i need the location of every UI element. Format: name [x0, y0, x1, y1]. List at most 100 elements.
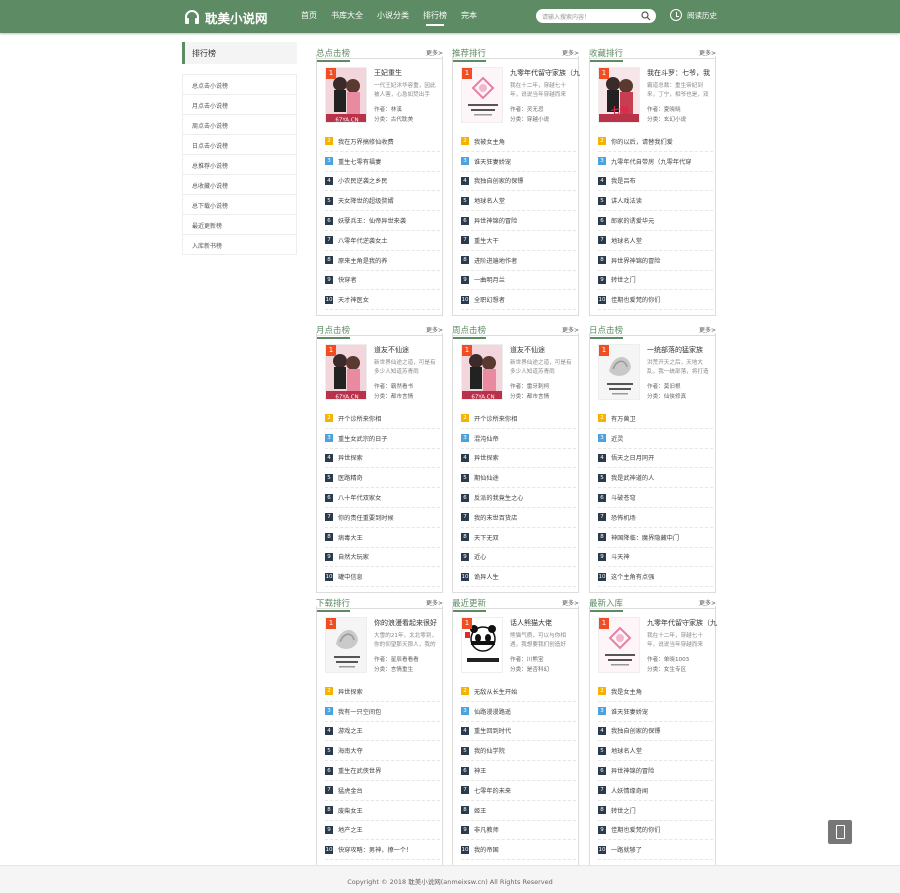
rank-item-title[interactable]: 谁天狂妻娇宠: [474, 157, 511, 166]
rank-item[interactable]: 9 快穿者: [325, 271, 440, 291]
sidebar-item[interactable]: 总点击小说榜: [183, 75, 296, 95]
rank-item[interactable]: 10 快穿攻略：男神，撩一个！: [325, 840, 440, 861]
rank-item-title[interactable]: 天才神医女: [338, 295, 369, 304]
rank-item-title[interactable]: 异世探索: [474, 453, 499, 462]
rank-item-title[interactable]: 废柴女王: [338, 806, 363, 815]
rank-item-title[interactable]: 我是吕布: [611, 176, 636, 185]
rank-item-title[interactable]: 天女降世的超级赘婿: [338, 196, 394, 205]
rank-item-title[interactable]: 我在万界搞修仙收费: [338, 137, 394, 146]
rank-item[interactable]: 2 我被女主角: [461, 132, 576, 152]
nav-link[interactable]: 小说分类: [377, 10, 409, 26]
rank-item[interactable]: 8 异世界神锦的冒险: [598, 251, 713, 271]
book-title[interactable]: 九零年代留守家族（九: [510, 68, 580, 78]
rank-item-title[interactable]: 近心: [474, 552, 486, 561]
rank-item[interactable]: 3 我有一只空间包: [325, 702, 440, 722]
rank-item[interactable]: 8 进阶进遍地作者: [461, 251, 576, 271]
rank-item-title[interactable]: 地球名人堂: [611, 746, 642, 755]
top-book[interactable]: 1七爷我在斗罗：七爷，我霸道总裁：重生帝妃到来，丁宁，相爷也是，双子爱情作者：夏…: [598, 67, 713, 130]
rank-item[interactable]: 8 神国降临：魔界隐藏中门: [598, 528, 713, 548]
rank-item[interactable]: 8 天下无双: [461, 528, 576, 548]
rank-item[interactable]: 7 八零年代逆袭女土: [325, 231, 440, 251]
rank-item-title[interactable]: 佳期也爱梵的你们: [611, 295, 661, 304]
rank-item-title[interactable]: 这个主角有点强: [611, 572, 654, 581]
rank-item[interactable]: 4 悟天之日月同开: [598, 449, 713, 469]
mobile-version-button[interactable]: [828, 820, 852, 844]
rank-item-title[interactable]: 重生七零有福妻: [338, 157, 381, 166]
rank-item-title[interactable]: 九零年代自带房（九零年代穿: [611, 157, 691, 166]
rank-item-title[interactable]: 转世之门: [611, 806, 636, 815]
rank-item-title[interactable]: 妖孽兵王：仙帝异世来袭: [338, 216, 406, 225]
rank-item-title[interactable]: 异世探索: [338, 453, 363, 462]
book-cover[interactable]: 1: [325, 617, 367, 673]
rank-item-title[interactable]: 神国降临：魔界隐藏中门: [611, 533, 679, 542]
rank-item-title[interactable]: 近灵: [611, 434, 623, 443]
rank-item[interactable]: 10 我的帝国: [461, 840, 576, 861]
rank-item-title[interactable]: 一曲明月兰: [474, 275, 505, 284]
rank-item-title[interactable]: 我的帝国: [474, 845, 499, 854]
rank-item-title[interactable]: 非凡教师: [474, 825, 499, 834]
rank-item-title[interactable]: 病毒大王: [338, 533, 363, 542]
rank-item[interactable]: 6 重生在武侠世界: [325, 761, 440, 781]
rank-item[interactable]: 8 病毒大王: [325, 528, 440, 548]
book-title[interactable]: 道友不仙途: [374, 345, 409, 355]
rank-item[interactable]: 2 异世探索: [325, 682, 440, 702]
rank-item[interactable]: 4 游戏之王: [325, 722, 440, 742]
book-cover[interactable]: 1: [598, 344, 640, 400]
rank-item-title[interactable]: 讲人戏法读: [611, 196, 642, 205]
rank-item-title[interactable]: 悟天之日月同开: [611, 453, 654, 462]
sidebar-item[interactable]: 月点击小说榜: [183, 95, 296, 115]
rank-item[interactable]: 3 谁天狂妻娇宠: [598, 702, 713, 722]
rank-item-title[interactable]: 有万兽卫: [611, 414, 636, 423]
rank-item[interactable]: 9 一曲明月兰: [461, 271, 576, 291]
book-cover[interactable]: 1 67YA.CN: [461, 344, 503, 400]
rank-item[interactable]: 3 谁天狂妻娇宠: [461, 152, 576, 172]
rank-item[interactable]: 3 九零年代自带房（九零年代穿: [598, 152, 713, 172]
rank-item-title[interactable]: 我的末世百货店: [474, 513, 517, 522]
rank-item-title[interactable]: 恐怖机场: [611, 513, 636, 522]
rank-item-title[interactable]: 重生在武侠世界: [338, 766, 381, 775]
book-title[interactable]: 一统部落的猛家族: [647, 345, 703, 355]
rank-item[interactable]: 8 原来主角是我的养: [325, 251, 440, 271]
rank-item[interactable]: 5 地球名人堂: [598, 741, 713, 762]
rank-item[interactable]: 10 罐中信息: [325, 567, 440, 588]
rank-item-title[interactable]: 八零年代逆袭女土: [338, 236, 388, 245]
rank-item[interactable]: 10 佳期也爱梵的你们: [598, 290, 713, 311]
rank-item[interactable]: 10 天才神医女: [325, 290, 440, 311]
reading-history-link[interactable]: 阅读历史: [670, 9, 717, 21]
rank-item-title[interactable]: 我是女主角: [611, 687, 642, 696]
rank-item[interactable]: 5 我的仙学院: [461, 741, 576, 762]
rank-item-title[interactable]: 我是武神道的人: [611, 473, 654, 482]
rank-item-title[interactable]: 八十年代双家女: [338, 493, 381, 502]
rank-item-title[interactable]: 姬王: [474, 806, 486, 815]
rank-item-title[interactable]: 开个诊所来你相: [338, 414, 381, 423]
rank-item-title[interactable]: 人妖情缘奇闻: [611, 786, 648, 795]
nav-link[interactable]: 排行榜: [423, 10, 447, 26]
rank-item[interactable]: 2 开个诊所来你相: [325, 409, 440, 429]
rank-item[interactable]: 4 我是吕布: [598, 172, 713, 192]
rank-item-title[interactable]: 天下无双: [474, 533, 499, 542]
rank-item[interactable]: 5 医路精奇: [325, 468, 440, 489]
rank-item-title[interactable]: 谁天狂妻娇宠: [611, 707, 648, 716]
rank-item[interactable]: 5 我是武神道的人: [598, 468, 713, 489]
book-title[interactable]: 话人熊猫大佬: [510, 618, 552, 628]
rank-item[interactable]: 9 佳期也爱梵的你们: [598, 821, 713, 841]
rank-item[interactable]: 10 这个主角有点强: [598, 567, 713, 588]
search-box[interactable]: 请输入搜索内容！: [536, 9, 656, 23]
rank-item[interactable]: 8 废柴女王: [325, 801, 440, 821]
rank-item-title[interactable]: 原来主角是我的养: [338, 256, 388, 265]
book-cover[interactable]: 1 67YA.CN: [325, 67, 367, 123]
rank-item-title[interactable]: 我有一只空间包: [338, 707, 381, 716]
rank-item-title[interactable]: 混沌仙帝: [474, 434, 499, 443]
rank-item[interactable]: 4 重生回到时代: [461, 722, 576, 742]
rank-item[interactable]: 3 重生女武宗的日子: [325, 429, 440, 449]
rank-item-title[interactable]: 我独自创家的保镖: [611, 726, 661, 735]
site-logo[interactable]: 耽美小说网: [184, 8, 268, 26]
book-cover[interactable]: 1: [461, 617, 503, 673]
rank-item-title[interactable]: 无敌从长生开始: [474, 687, 517, 696]
rank-item-title[interactable]: 你的以后，请替我们爱: [611, 137, 673, 146]
rank-item[interactable]: 6 斗破苍穹: [598, 488, 713, 508]
rank-item[interactable]: 7 你的责任重要到时候: [325, 508, 440, 528]
rank-item-title[interactable]: 地球名人堂: [474, 196, 505, 205]
rank-item[interactable]: 6 八十年代双家女: [325, 488, 440, 508]
rank-item[interactable]: 2 我在万界搞修仙收费: [325, 132, 440, 152]
